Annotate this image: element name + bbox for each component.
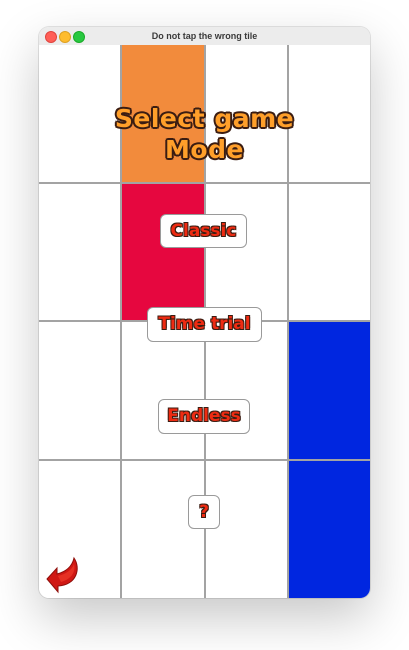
classic-mode-button[interactable]: Classic: [160, 214, 247, 248]
grid-line: [39, 459, 370, 461]
blue-tile-upper[interactable]: [289, 322, 370, 459]
grid-line: [39, 182, 370, 184]
game-window: Do not tap the wrong tile Select game Mo…: [39, 27, 370, 598]
heading-line-2: Mode: [165, 135, 244, 164]
blue-tile-lower[interactable]: [289, 461, 370, 598]
help-button[interactable]: ?: [188, 495, 220, 529]
tile-board: Select game Mode Classic Time trial Endl…: [39, 45, 370, 598]
window-title: Do not tap the wrong tile: [151, 31, 258, 41]
title-bar: Do not tap the wrong tile: [39, 27, 370, 46]
heading-line-1: Select game: [114, 104, 295, 133]
red-tile[interactable]: [122, 184, 204, 320]
back-arrow-icon: [46, 556, 78, 594]
endless-mode-button[interactable]: Endless: [158, 399, 250, 434]
time-trial-mode-button[interactable]: Time trial: [147, 307, 262, 342]
select-mode-heading: Select game Mode: [39, 103, 370, 165]
back-button[interactable]: [42, 556, 82, 594]
